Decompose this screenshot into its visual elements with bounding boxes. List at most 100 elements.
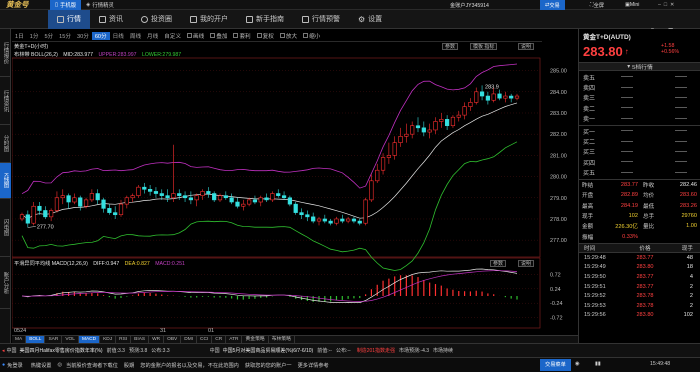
- ticker-timeframe: 市场预测:-4.3: [399, 348, 430, 354]
- macd-value: MACD:0.251: [155, 261, 185, 267]
- boll-upper-value: UPPER:283.997: [98, 52, 137, 58]
- tick-time: 15:29:49: [584, 264, 606, 271]
- nav-settings[interactable]: ⚙ 设置: [349, 10, 391, 29]
- nav-quotes[interactable]: 行情: [48, 9, 90, 29]
- sub-help-button[interactable]: 说明: [518, 260, 535, 267]
- candle-body: [241, 203, 246, 207]
- boll-indicator-name: 布林带 BOLL(26,2): [14, 52, 58, 58]
- candle-body: [148, 188, 153, 192]
- zoom-in-icon: [279, 33, 285, 38]
- tool-adjust[interactable]: 复权: [254, 32, 277, 40]
- sidebar-tab-account-analysis[interactable]: 账户分析: [0, 257, 11, 309]
- depth-toggle[interactable]: ▾ 5档行情: [579, 62, 700, 71]
- status-hotkey[interactable]: 热键设置: [31, 362, 52, 369]
- candle-body: [456, 114, 461, 118]
- sidebar-tab-quote-news[interactable]: 行情资讯: [0, 77, 11, 125]
- kline-chart-area[interactable]: 283.9 277.70 285.00 284.00 283.00 282.00 281.…: [12, 42, 578, 343]
- tool-zoom-in[interactable]: 放大: [277, 32, 300, 40]
- bid-row: 买一 —— ——: [579, 126, 700, 136]
- candle-body: [479, 91, 485, 97]
- price-tick-label: 277.00: [550, 238, 567, 244]
- bid-price: ——: [621, 169, 633, 176]
- candle-body: [287, 197, 292, 205]
- bid-label: 买四: [583, 160, 596, 167]
- candle-body: [124, 197, 129, 205]
- ask-label: 卖四: [583, 86, 596, 93]
- trade-menu-button[interactable]: 交易菜单: [540, 359, 571, 371]
- ask-price: ——: [621, 115, 633, 122]
- period-weekly[interactable]: 周线: [127, 32, 144, 40]
- account-label[interactable]: 金账户JY345914: [450, 0, 489, 10]
- fullscreen-button[interactable]: ⛶ 全屏: [590, 0, 604, 10]
- period-daily[interactable]: 日线: [110, 32, 127, 40]
- candle-body: [89, 193, 94, 201]
- nav-investment-circle[interactable]: 投资圈: [132, 10, 181, 29]
- candle-body: [130, 195, 135, 199]
- title-bar: 黄金号 ▯ 手机版 ◈ 行情精灵 金账户JY345914 ⇄ 交易 ⛶ 全屏 ▣ M…: [0, 0, 700, 10]
- close-icon[interactable]: ✕: [670, 2, 677, 8]
- period-custom[interactable]: 自定义: [161, 32, 184, 40]
- sidebar-tab-intraday[interactable]: 分时图: [0, 125, 11, 163]
- trade-button[interactable]: ⇄ 交易: [540, 0, 565, 10]
- candle-body: [229, 197, 234, 203]
- ticks-header-price: 价格: [639, 245, 651, 252]
- tool-overlay[interactable]: 叠加: [207, 32, 230, 40]
- ask-price: ——: [621, 74, 633, 81]
- ticker-region-2: 中国: [209, 348, 220, 354]
- bid-row: 买四 —— ——: [579, 157, 700, 167]
- nav-open-account[interactable]: 我的开户: [181, 10, 237, 29]
- candle-body: [43, 210, 48, 218]
- up-arrow-icon: ↑: [624, 46, 629, 56]
- tool-arbitrage[interactable]: 套利: [230, 32, 253, 40]
- mobile-icon: ▯: [55, 1, 58, 8]
- period-15min[interactable]: 15分: [56, 32, 74, 40]
- nav-price-alert[interactable]: 行情预警: [293, 10, 349, 29]
- news-ticker[interactable]: ◂ 中国 美国四月Halifax零售房价指数年率(%) 前值:3.3 预测:3.…: [0, 343, 700, 357]
- period-5min[interactable]: 5分: [41, 32, 56, 40]
- ask-label: 卖一: [583, 117, 596, 124]
- login-icon: ●: [2, 362, 6, 368]
- period-1d[interactable]: 1日: [12, 32, 27, 40]
- macd-tick-label: -0.24: [550, 301, 563, 307]
- quote-title: 黄金T+D(AUTD): [579, 31, 700, 41]
- period-1min[interactable]: 1分: [27, 32, 42, 40]
- sidebar-tab-quote-list[interactable]: 行情报价: [0, 29, 11, 77]
- candle-body: [369, 180, 374, 201]
- status-login[interactable]: 免登录: [7, 362, 23, 369]
- speaker-icon[interactable]: ◉: [575, 361, 580, 367]
- tool-zoom-out[interactable]: 缩小: [300, 32, 323, 40]
- kline-chart-svg[interactable]: 283.9 277.70 285.00 284.00 283.00 282.00 281.…: [12, 42, 578, 335]
- bid-price: ——: [621, 159, 633, 166]
- tool-drawline[interactable]: 画线: [184, 32, 207, 40]
- period-60min[interactable]: 60分: [91, 31, 110, 40]
- candle-body: [305, 214, 310, 218]
- period-monthly[interactable]: 月线: [144, 32, 161, 40]
- candle-body: [25, 214, 30, 224]
- tick-qty: 2: [689, 293, 693, 300]
- mobile-tab[interactable]: ▯ 手机版: [50, 0, 82, 10]
- candle-body: [177, 193, 182, 196]
- bid-qty: ——: [675, 128, 687, 135]
- macd-dea-line: [21, 270, 518, 302]
- status-more-link[interactable]: 更多详情参考: [298, 362, 329, 369]
- bid-price: ——: [621, 148, 633, 155]
- main-template-button[interactable]: 模板 指标: [470, 43, 498, 50]
- sub-params-button[interactable]: 参数: [490, 260, 507, 267]
- candle-body: [78, 197, 83, 207]
- period-30min[interactable]: 30分: [74, 32, 92, 40]
- sidebar-tab-flash[interactable]: 闪电图: [0, 199, 11, 257]
- main-params-button[interactable]: 参数: [442, 43, 459, 50]
- overlay-icon: [210, 33, 216, 38]
- mini-button[interactable]: ▣ Mini: [625, 0, 639, 10]
- sidebar-tab-kline[interactable]: K线图: [0, 163, 11, 199]
- quote-price-row: 283.80 ↑ +1.58 +0.56%: [579, 42, 700, 60]
- nav-beginner-guide[interactable]: 新手指南: [237, 10, 293, 29]
- trade-button-label: 交易: [549, 2, 560, 9]
- candle-body: [509, 95, 514, 99]
- quote-genie-tab[interactable]: ◈ 行情精灵: [81, 0, 119, 10]
- stat-value: 0.33%: [622, 233, 638, 240]
- candle-body: [311, 216, 316, 222]
- window-controls[interactable]: – □ ✕: [658, 0, 677, 10]
- main-help-button[interactable]: 说明: [518, 43, 535, 50]
- nav-news[interactable]: 资讯: [90, 10, 132, 29]
